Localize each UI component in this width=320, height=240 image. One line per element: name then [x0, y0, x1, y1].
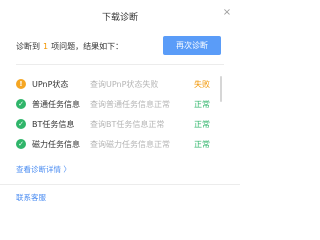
result-status: 正常	[194, 140, 210, 149]
warning-icon: !	[16, 79, 26, 89]
summary-suffix: 项问题，结果如下：	[51, 42, 124, 51]
check-icon: ✓	[16, 99, 26, 109]
check-icon: ✓	[16, 139, 26, 149]
result-row-magnet-task: ✓ 磁力任务信息 查询磁力任务信息正常 正常	[16, 136, 222, 156]
result-name: BT任务信息	[32, 120, 75, 129]
title-bar: 下载诊断 ×	[0, 0, 240, 30]
result-description: 查询UPnP状态失败	[90, 80, 159, 89]
close-icon[interactable]: ×	[222, 8, 232, 18]
result-status: 正常	[194, 100, 210, 109]
result-status: 失败	[194, 80, 210, 89]
divider	[16, 64, 224, 65]
result-row-upnp: ! UPnP状态 查询UPnP状态失败 失败	[16, 76, 222, 96]
result-row-normal-task: ✓ 普通任务信息 查询普通任务信息正常 正常	[16, 96, 222, 116]
result-description: 查询普通任务信息正常	[90, 100, 170, 109]
issue-count: 1	[43, 42, 49, 51]
results-list[interactable]: ! UPnP状态 查询UPnP状态失败 失败 ✓ 普通任务信息 查询普通任务信息…	[16, 76, 222, 158]
check-icon: ✓	[16, 119, 26, 129]
result-name: 磁力任务信息	[32, 140, 80, 149]
result-name: UPnP状态	[32, 80, 69, 89]
result-name: 普通任务信息	[32, 100, 80, 109]
result-description: 查询磁力任务信息正常	[90, 140, 170, 149]
summary-prefix: 诊断到	[16, 42, 40, 51]
rediagnose-button[interactable]: 再次诊断	[163, 36, 221, 55]
result-row-bt-task: ✓ BT任务信息 查询BT任务信息正常 正常	[16, 116, 222, 136]
result-status: 正常	[194, 120, 210, 129]
window-title: 下载诊断	[101, 13, 138, 23]
contact-support-link[interactable]: 联系客服	[16, 192, 46, 203]
diagnosis-summary: 诊断到 1 项问题，结果如下：	[16, 41, 123, 52]
view-details-link[interactable]: 查看诊断详情 〉	[16, 164, 71, 175]
result-description: 查询BT任务信息正常	[90, 120, 165, 129]
footer-divider	[0, 184, 240, 185]
list-scrollbar[interactable]	[220, 76, 222, 102]
